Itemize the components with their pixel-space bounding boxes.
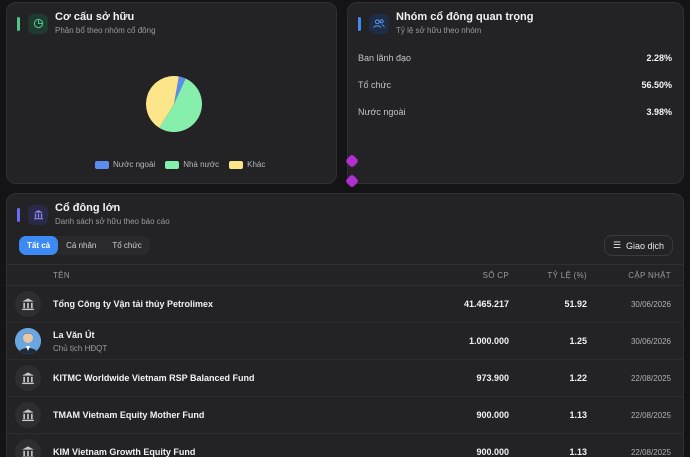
- major-header: Cổ đông lớn Danh sách sở hữu theo báo cá…: [17, 202, 170, 227]
- major-shareholders-card: Cổ đông lớn Danh sách sở hữu theo báo cá…: [6, 193, 684, 457]
- key-row-institution: Tổ chức 56.50%: [358, 71, 672, 98]
- trade-button[interactable]: ☰ Giao dịch: [603, 235, 673, 256]
- holder-updated: 22/08/2025: [630, 374, 671, 383]
- legend-item-foreign[interactable]: Nước ngoài: [95, 160, 155, 169]
- bank-icon: [15, 291, 41, 317]
- resize-handle[interactable]: [344, 153, 360, 189]
- tab-all[interactable]: Tất cả: [19, 236, 59, 255]
- pie-svg: [145, 76, 202, 132]
- key-row-value: 2.28%: [646, 52, 672, 63]
- legend-label-foreign: Nước ngoài: [113, 160, 156, 169]
- ownership-title: Cơ cấu sở hữu: [55, 11, 135, 23]
- col-updated[interactable]: CẬP NHẬT: [628, 271, 671, 280]
- key-row-label: Nước ngoài: [358, 106, 406, 117]
- holder-ratio: 1.25: [569, 336, 587, 346]
- holder-updated: 30/06/2026: [630, 300, 671, 309]
- list-icon: ☰: [612, 240, 621, 250]
- holder-name[interactable]: La Văn Út: [53, 330, 95, 340]
- key-row-foreign: Nước ngoài 3.98%: [358, 98, 672, 125]
- key-row-value: 3.98%: [646, 106, 672, 117]
- holder-ratio: 51.92: [564, 299, 587, 309]
- ownership-header: Cơ cấu sở hữu Phân bổ theo nhóm cổ đông: [17, 11, 156, 36]
- col-ratio[interactable]: TỶ LỆ (%): [527, 271, 587, 280]
- key-row-management: Ban lãnh đạo 2.28%: [358, 44, 672, 71]
- bank-icon: [15, 439, 41, 457]
- key-row-label: Ban lãnh đạo: [358, 52, 412, 63]
- key-holders-subtitle: Tỷ lệ sở hữu theo nhóm: [396, 26, 482, 35]
- tab-individual[interactable]: Cá nhân: [58, 236, 104, 255]
- holder-name[interactable]: Tổng Công ty Vận tải thủy Petrolimex: [53, 299, 213, 309]
- key-holders-header: Nhóm cổ đông quan trọng Tỷ lệ sở hữu the…: [358, 11, 533, 36]
- legend-swatch-state: [165, 160, 180, 169]
- bank-icon: [15, 365, 41, 391]
- bank-icon: [28, 204, 48, 225]
- bank-icon: [15, 402, 41, 428]
- major-subtitle: Danh sách sở hữu theo báo cáo: [55, 217, 170, 226]
- filter-tabs: Tất cả Cá nhân Tổ chức: [19, 236, 150, 255]
- ownership-accent-bar: [17, 16, 20, 31]
- table-row[interactable]: TMAM Vietnam Equity Mother Fund 900.000 …: [7, 397, 683, 434]
- key-row-label: Tổ chức: [358, 79, 392, 90]
- person-avatar: [15, 328, 41, 354]
- holder-name[interactable]: KIM Vietnam Growth Equity Fund: [53, 447, 195, 457]
- key-row-value: 56.50%: [641, 79, 672, 90]
- tab-organization[interactable]: Tổ chức: [104, 236, 149, 255]
- resize-handle-dot-top: [344, 153, 360, 169]
- holder-ratio: 1.22: [569, 373, 587, 383]
- table-row[interactable]: La Văn Út Chủ tịch HĐQT 1.000.000 1.25 3…: [7, 323, 683, 360]
- legend-item-state[interactable]: Nhà nước: [165, 160, 219, 169]
- holder-name[interactable]: KITMC Worldwide Vietnam RSP Balanced Fun…: [53, 373, 255, 383]
- holder-updated: 22/08/2025: [630, 448, 671, 457]
- holder-shares: 900.000: [476, 410, 509, 420]
- pie-chart-icon: [28, 13, 48, 34]
- key-holders-card: Nhóm cổ đông quan trọng Tỷ lệ sở hữu the…: [347, 2, 684, 184]
- table-header: TÊN SỐ CP TỶ LỆ (%) CẬP NHẬT: [7, 264, 683, 286]
- holder-shares: 1.000.000: [468, 336, 509, 346]
- holder-shares: 973.900: [476, 373, 509, 383]
- legend-swatch-other: [229, 160, 244, 169]
- major-title: Cổ đông lớn: [55, 202, 121, 214]
- legend-label-other: Khác: [247, 160, 266, 169]
- holder-ratio: 1.13: [569, 410, 587, 420]
- key-holders-list: Ban lãnh đạo 2.28% Tổ chức 56.50% Nước n…: [358, 44, 672, 125]
- major-accent-bar: [17, 207, 20, 222]
- key-holders-title: Nhóm cổ đông quan trọng: [396, 11, 534, 23]
- table-row[interactable]: KITMC Worldwide Vietnam RSP Balanced Fun…: [7, 360, 683, 397]
- legend-label-state: Nhà nước: [183, 160, 220, 169]
- users-icon: [369, 13, 389, 34]
- holder-updated: 22/08/2025: [630, 411, 671, 420]
- col-shares[interactable]: SỐ CP: [471, 271, 509, 280]
- holder-name[interactable]: TMAM Vietnam Equity Mother Fund: [53, 410, 204, 420]
- legend-item-other[interactable]: Khác: [229, 160, 265, 169]
- holder-ratio: 1.13: [569, 447, 587, 457]
- key-holders-accent-bar: [358, 16, 361, 31]
- table-row[interactable]: Tổng Công ty Vận tải thủy Petrolimex 41.…: [7, 286, 683, 323]
- table-row[interactable]: KIM Vietnam Growth Equity Fund 900.000 1…: [7, 434, 683, 457]
- pie-legend: Nước ngoài Nhà nước Khác: [95, 160, 275, 169]
- holder-shares: 900.000: [476, 447, 509, 457]
- resize-handle-dot-bottom: [344, 173, 360, 189]
- holder-shares: 41.465.217: [463, 299, 509, 309]
- ownership-subtitle: Phân bổ theo nhóm cổ đông: [55, 26, 156, 35]
- col-name[interactable]: TÊN: [53, 271, 70, 280]
- trade-button-label: Giao dịch: [625, 240, 664, 251]
- holder-updated: 30/06/2026: [630, 337, 671, 346]
- legend-swatch-foreign: [95, 160, 109, 169]
- holder-role: Chủ tịch HĐQT: [53, 344, 108, 353]
- ownership-pie-chart: [145, 75, 203, 133]
- ownership-card: Cơ cấu sở hữu Phân bổ theo nhóm cổ đông …: [6, 2, 337, 184]
